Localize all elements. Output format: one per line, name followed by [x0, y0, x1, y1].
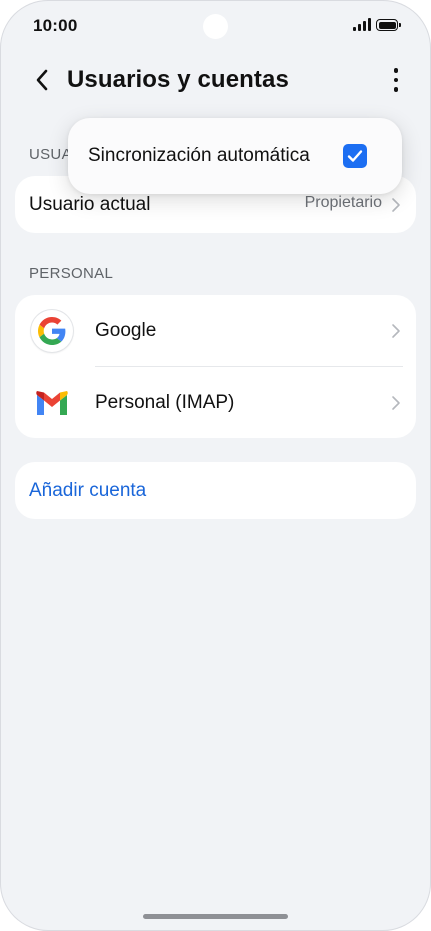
chevron-right-icon — [392, 396, 400, 410]
home-indicator[interactable] — [143, 914, 288, 919]
status-bar: 10:00 — [0, 0, 431, 52]
phone-screen: 10:00 Usuarios y cuentas USUA Usuario ac… — [0, 0, 431, 931]
auto-sync-checkbox[interactable] — [343, 144, 367, 168]
auto-sync-label: Sincronización automática — [88, 145, 310, 166]
section-label-users: USUA — [29, 146, 72, 163]
checkmark-icon — [347, 150, 363, 162]
chevron-right-icon — [392, 324, 400, 338]
battery-icon — [376, 19, 401, 31]
app-header: Usuarios y cuentas — [0, 56, 431, 104]
page-title: Usuarios y cuentas — [67, 66, 289, 93]
section-label-personal: PERSONAL — [29, 265, 114, 282]
current-user-label: Usuario actual — [29, 193, 151, 215]
more-vertical-icon — [393, 68, 399, 73]
google-icon — [31, 310, 73, 352]
account-label-imap: Personal (IMAP) — [95, 392, 235, 413]
status-icons — [353, 17, 401, 31]
add-account-button[interactable]: Añadir cuenta — [15, 462, 416, 519]
signal-icon — [353, 17, 371, 31]
gmail-icon — [36, 391, 68, 415]
personal-accounts-card: Google Personal (IMAP) — [15, 295, 416, 438]
chevron-right-icon — [392, 197, 400, 212]
more-options-button[interactable] — [385, 64, 407, 96]
account-row-imap[interactable]: Personal (IMAP) — [15, 367, 416, 438]
account-label-google: Google — [95, 320, 157, 341]
camera-cutout — [203, 14, 228, 39]
auto-sync-menu-item[interactable]: Sincronización automática — [68, 118, 402, 194]
add-account-label: Añadir cuenta — [29, 479, 147, 501]
account-row-google[interactable]: Google — [15, 295, 416, 367]
chevron-left-icon — [36, 69, 48, 91]
status-time: 10:00 — [33, 16, 78, 35]
current-user-value: Propietario — [304, 194, 382, 211]
back-button[interactable] — [28, 66, 56, 94]
